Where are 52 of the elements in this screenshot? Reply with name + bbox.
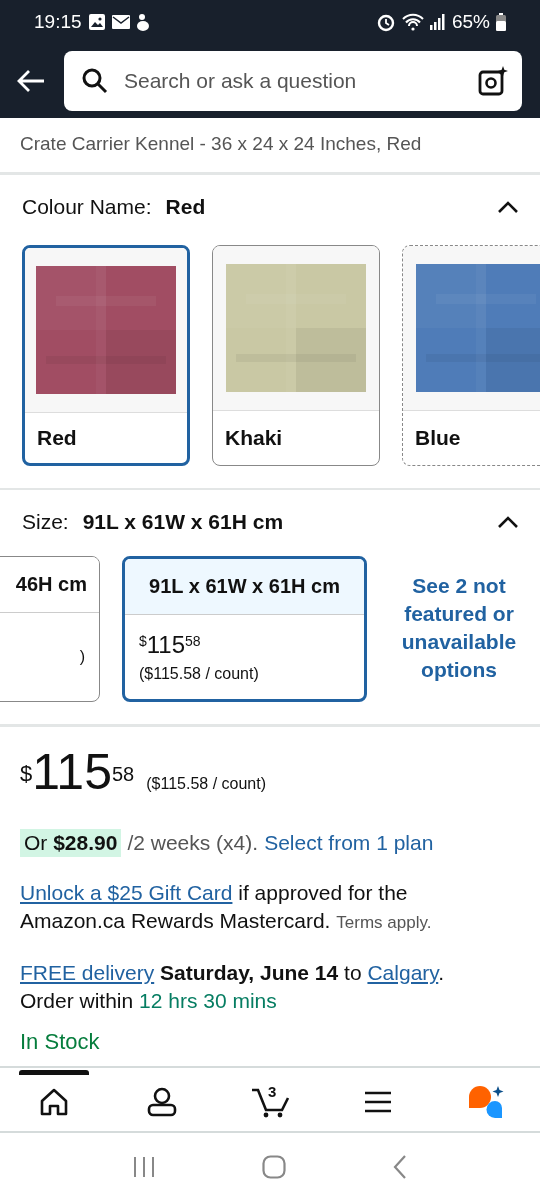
colour-label: Colour Name: <box>22 195 152 219</box>
size-name: 46H cm <box>0 557 99 613</box>
clock-time: 19:15 <box>34 11 82 33</box>
chat-bubbles-icon <box>467 1085 505 1119</box>
back-arrow-icon[interactable] <box>16 69 46 93</box>
search-icon <box>82 68 108 94</box>
installment-term: /2 weeks (x4). <box>127 831 259 855</box>
home-button-icon[interactable] <box>262 1154 286 1179</box>
colour-option[interactable]: Red <box>22 245 190 466</box>
free-delivery-link[interactable]: FREE delivery <box>20 961 155 984</box>
product-title: Crate Carrier Kennel - 36 x 24 x 24 Inches, Red <box>19 132 423 156</box>
account-icon <box>147 1087 177 1117</box>
colour-name: Red <box>36 425 78 451</box>
gift-card-offer: Unlock a $25 Gift Card if approved for the Amazon.ca Rewards Mastercard. Terms apply. <box>20 880 433 934</box>
colour-value: Red <box>165 195 206 219</box>
home-icon <box>39 1088 69 1116</box>
size-value: 91L x 61W x 61H cm <box>82 510 284 534</box>
colour-name: Khaki <box>224 425 284 451</box>
installment-offer: Or $28.90 <box>20 829 122 857</box>
colour-name: Blue <box>414 425 462 451</box>
back-icon[interactable] <box>392 1154 407 1179</box>
recent-apps-icon[interactable] <box>133 1155 156 1178</box>
mail-icon <box>111 15 130 29</box>
wifi-icon <box>401 13 424 31</box>
plan-link[interactable]: Select from 1 plan <box>264 831 434 855</box>
size-option[interactable]: 46H cm ) <box>0 556 100 702</box>
unit-price: ) <box>79 648 85 666</box>
figure-icon <box>135 13 150 31</box>
menu-icon <box>364 1091 392 1113</box>
alarm-icon <box>375 12 396 32</box>
chevron-up-icon[interactable] <box>498 516 518 528</box>
cart-tab[interactable]: 3 <box>235 1069 305 1130</box>
search-field[interactable]: Search or ask a question <box>64 51 522 111</box>
signal-icon <box>429 14 446 30</box>
size-label: Size: <box>22 510 69 534</box>
stock-status: In Stock <box>20 1029 101 1055</box>
battery-percent: 65% <box>451 11 490 33</box>
location-link[interactable]: Calgary <box>367 961 439 984</box>
gift-card-link[interactable]: Unlock a $25 Gift Card <box>20 881 233 904</box>
more-options-link[interactable]: See 2 not featured or unavailable options <box>389 572 529 684</box>
unit-price: ($115.58 / count) <box>139 665 259 683</box>
colour-option[interactable]: Blue <box>402 245 540 466</box>
delivery-info: FREE delivery Saturday, June 14 to Calgary. Order within 12 hrs 30 mins <box>20 960 446 1014</box>
chevron-up-icon[interactable] <box>498 201 518 213</box>
colour-option[interactable]: Khaki <box>212 245 380 466</box>
size-name: 91L x 61W x 61H cm <box>125 559 364 615</box>
image-icon <box>87 13 106 31</box>
cart-count: 3 <box>268 1082 277 1100</box>
unit-price: ($115.58 / count) <box>146 774 266 794</box>
battery-icon <box>496 13 506 31</box>
camera-icon[interactable] <box>478 66 508 96</box>
cart-icon <box>250 1086 290 1118</box>
